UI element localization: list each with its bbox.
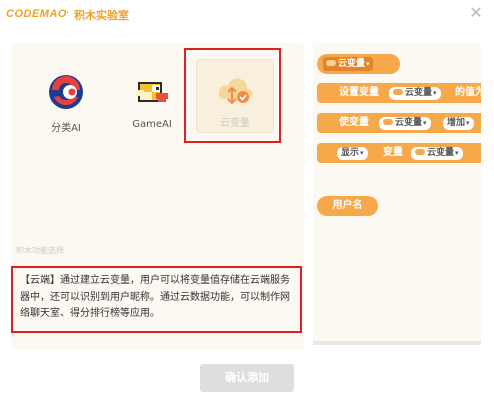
cloud-icon (415, 149, 425, 155)
cloud-icon (393, 89, 403, 95)
title-separator: · (66, 8, 70, 19)
set-variable-block[interactable]: 设置变量 云变量▾ 的值为 (317, 83, 481, 103)
cloud-variable-reporter-block[interactable]: 云变量▾ (317, 54, 400, 74)
caret-down-icon: ▾ (433, 89, 437, 97)
show-hide-dropdown[interactable]: 显示▾ (337, 147, 368, 160)
block-preview-panel: 云变量▾ 设置变量 云变量▾ 的值为 使变量 云变量▾ 增加▾ 显示▾ 变量 云… (313, 43, 481, 343)
extension-label: 分类AI (51, 123, 81, 134)
block-text: 的值为 (455, 87, 481, 98)
confirm-add-button[interactable]: 确认添加 (200, 364, 294, 392)
show-variable-block[interactable]: 显示▾ 变量 云变量▾ (317, 143, 481, 163)
caret-down-icon: ▾ (366, 60, 370, 68)
block-text: 变量 (383, 147, 403, 158)
preview-scrollbar[interactable] (313, 341, 481, 345)
cloud-variable-icon (218, 78, 253, 105)
caret-down-icon: ▾ (455, 149, 459, 157)
description-highlight: 【云端】通过建立云变量，用户可以将变量值存储在云端服务器中，还可以识别到用户昵称… (11, 266, 302, 333)
block-text: 使变量 (339, 117, 369, 128)
flappy-bird-icon (136, 82, 168, 102)
block-text: 云变量 (427, 148, 455, 158)
block-text: 增加 (447, 118, 466, 128)
extension-description: 【云端】通过建立云变量，用户可以将变量值存储在云端服务器中，还可以识别到用户昵称… (20, 275, 290, 319)
block-text: 云变量 (405, 88, 433, 98)
change-variable-block[interactable]: 使变量 云变量▾ 增加▾ (317, 113, 481, 133)
caret-down-icon: ▾ (423, 119, 427, 127)
panel-hint: 积木功能选择 (16, 246, 64, 255)
cloud-variable-dropdown[interactable]: 云变量▾ (379, 117, 431, 130)
caret-down-icon: ▾ (466, 119, 470, 127)
extension-tile-game-ai[interactable]: GameAI (118, 54, 186, 134)
operation-dropdown[interactable]: 增加▾ (443, 117, 474, 130)
dialog-header: CODEMAO · 积木实验室 ✕ (0, 0, 494, 28)
ai-classifier-icon (49, 75, 83, 109)
block-text: 显示 (341, 148, 360, 158)
dialog-title: 积木实验室 (74, 9, 129, 22)
caret-down-icon: ▾ (360, 149, 364, 157)
cloud-variable-dropdown[interactable]: 云变量▾ (411, 147, 463, 160)
extension-selector-panel: 分类AI GameAI 云变量 积木功能选择 (12, 43, 304, 264)
codemao-logo: CODEMAO (6, 8, 67, 20)
close-icon[interactable]: ✕ (465, 2, 487, 24)
cloud-icon (383, 119, 393, 125)
extension-label: 云变量 (220, 118, 250, 129)
extension-label: GameAI (132, 119, 172, 130)
username-reporter-block[interactable]: 用户名 (317, 196, 378, 216)
cloud-icon (326, 60, 336, 66)
cloud-variable-dropdown[interactable]: 云变量▾ (389, 87, 441, 100)
block-text: 云变量 (395, 118, 423, 128)
extension-tile-cloud-variable[interactable]: 云变量 (196, 59, 274, 133)
block-text: 设置变量 (339, 87, 379, 98)
extension-tile-classifier-ai[interactable]: 分类AI (32, 54, 100, 134)
block-text: 云变量 (338, 59, 366, 69)
cloud-variable-dropdown: 云变量▾ (323, 57, 373, 71)
